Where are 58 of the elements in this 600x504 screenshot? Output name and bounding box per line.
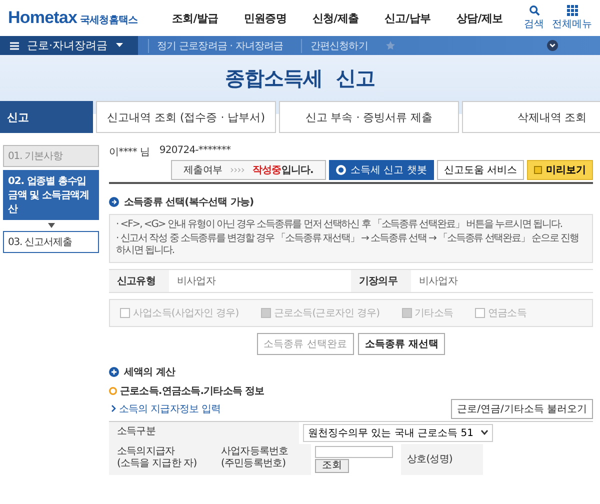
section-menu-button[interactable]: 근로·자녀장려금: [0, 36, 138, 55]
chevron-down-icon: [481, 430, 488, 435]
field-label: 신고유형: [109, 270, 169, 292]
table-header-cell: 소득의지급자 (소득을 지급한 자): [109, 444, 215, 474]
logo-wordmark[interactable]: Hometax: [8, 8, 78, 28]
tab[interactable]: 신고 부속 · 증빙서류 제출: [279, 101, 459, 133]
main-menu-item[interactable]: 신고/납부: [384, 10, 430, 26]
preview-button[interactable]: 미리보기: [527, 160, 593, 180]
registration-number-field[interactable]: [315, 446, 393, 458]
chevron-right-icon: [111, 405, 116, 412]
table-header-cell: 소득구분: [109, 422, 215, 444]
load-income-button[interactable]: 근로/연금/기타소득 불러오기: [451, 398, 593, 418]
income-type-dropdown[interactable]: 원천징수의무 있는 국내 근로소득 51: [303, 424, 494, 442]
search-button[interactable]: 검색: [524, 5, 544, 31]
main-menu-item[interactable]: 조회/발급: [172, 10, 218, 26]
notice-text: · 신고서 작성 중 소득종류를 변경할 경우 「소득종류 재선택」 → 소득종류 선택 → 「소득종류 선택완료」 순으로 진행하시면 됩니다.: [116, 232, 580, 258]
search-icon: [528, 5, 540, 16]
plus-circle-icon: [109, 366, 119, 376]
main-menu-item[interactable]: 민원증명: [244, 10, 286, 26]
section-title: 세액의 계산: [124, 366, 176, 378]
table-header-cell: 상호(성명): [401, 444, 483, 474]
step-item[interactable]: 02. 업종별 총수입금액 및 소득금액계산: [3, 170, 99, 220]
step-item[interactable]: 03. 신고서제출: [3, 231, 99, 253]
star-icon[interactable]: [386, 41, 395, 50]
tab[interactable]: 신고내역 조회 (접수증 · 납부서): [96, 101, 276, 133]
menu-icon: [10, 42, 19, 50]
breadcrumb-link[interactable]: 간편신청하기: [301, 38, 376, 52]
section-title: 소득종류 선택(복수선택 가능): [124, 196, 254, 209]
arrow-circle-icon: [109, 197, 119, 207]
income-type-button[interactable]: 소득종류 재선택: [358, 332, 446, 354]
tab[interactable]: 삭제내역 조회: [462, 101, 600, 133]
table-header-cell: 사업자등록번호 (주민등록번호): [215, 444, 311, 474]
subsection-title: 근로소득.연금소득.기타소득 정보: [120, 384, 264, 398]
tab[interactable]: 신고: [0, 101, 93, 133]
page-title: 종합소득세 신고: [224, 64, 376, 92]
expand-icon[interactable]: [547, 40, 558, 51]
caret-icon: [116, 43, 122, 48]
chatbot-icon: [336, 165, 346, 175]
notice-text: · <F>, <G> 안내 유형이 아닌 경우 소득종류를 먼저 선택하신 후 「소득종류 선택완료」 버튼을 누르시면 됩니다.: [116, 219, 563, 232]
main-menu-item[interactable]: 상담/제보: [456, 10, 503, 26]
all-menu-button[interactable]: 전체메뉴: [552, 5, 592, 31]
user-id: 920724-*******: [159, 145, 231, 158]
payer-info-link[interactable]: 소득의 지급자정보 입력: [119, 402, 221, 416]
submit-status-box: 제출여부 ›››› 작성중입니다.: [170, 160, 326, 180]
down-arrow-icon: [48, 223, 54, 228]
main-menu-item[interactable]: 신청/제출: [312, 10, 358, 26]
field-value: 비사업자: [418, 274, 459, 288]
user-name: 이**** 님: [109, 146, 150, 159]
breadcrumb-link[interactable]: 정기 근로장려금 · 자녀장려금: [148, 38, 292, 52]
chatbot-button[interactable]: 소득세 신고 챗봇: [329, 160, 434, 180]
help-service-button[interactable]: 신고도움 서비스: [436, 160, 524, 180]
brand-name: 국세청홈택스: [80, 14, 138, 27]
grid-icon: [566, 5, 578, 16]
field-value: 비사업자: [176, 274, 217, 288]
field-label: 기장의무: [351, 270, 411, 292]
circle-bullet-icon: [109, 386, 117, 394]
document-icon: [534, 166, 542, 174]
lookup-button[interactable]: 조회: [315, 458, 349, 472]
